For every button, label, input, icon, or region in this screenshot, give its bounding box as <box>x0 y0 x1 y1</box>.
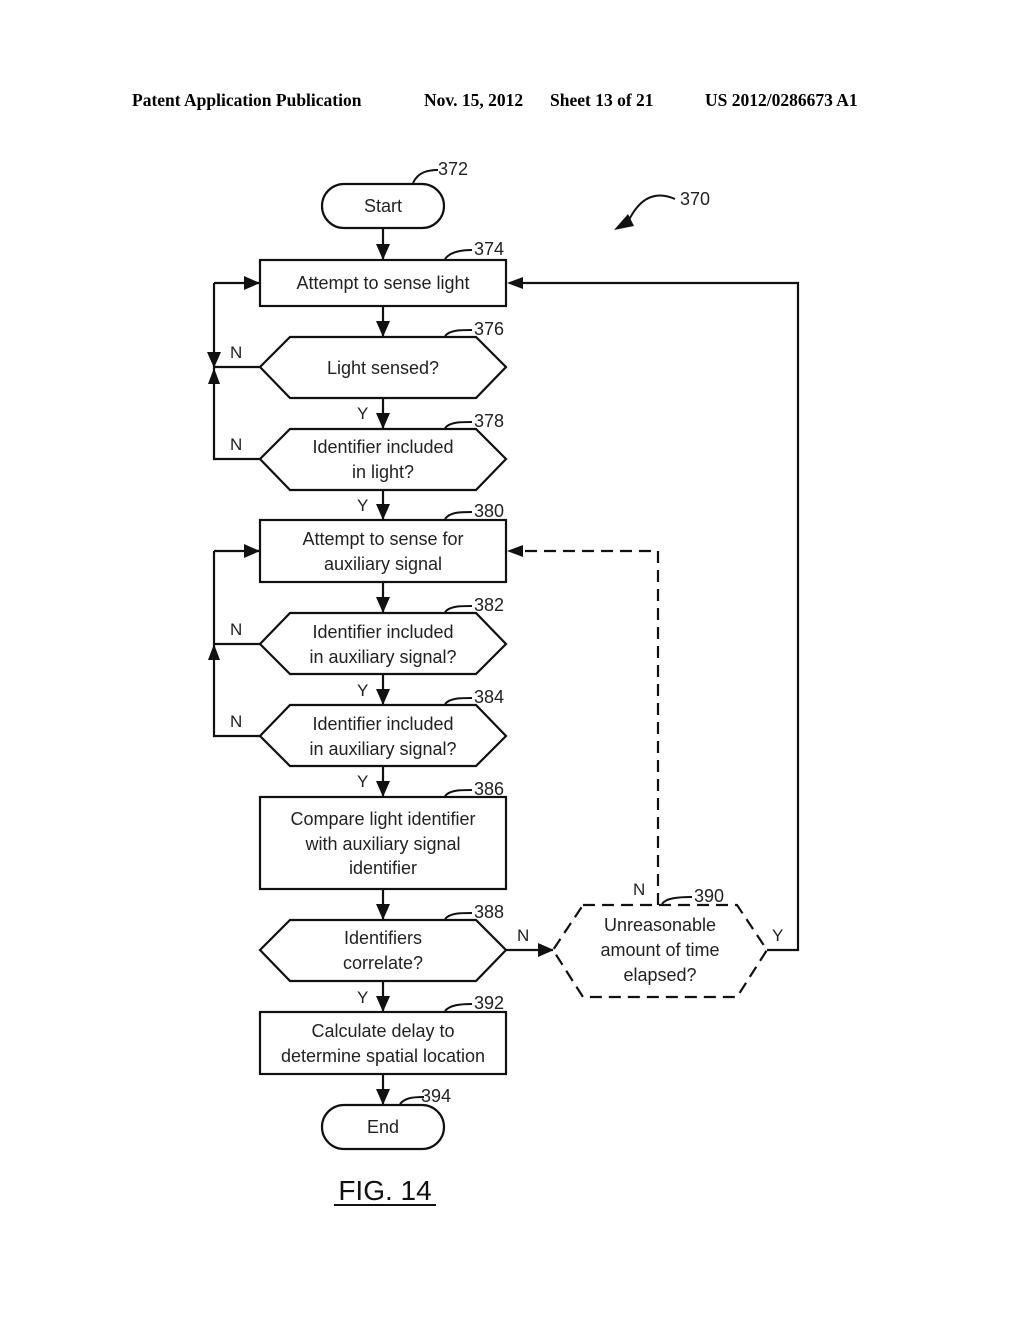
node-392-label-line1: Calculate delay to <box>311 1021 454 1041</box>
node-374-ref: 374 <box>474 239 504 259</box>
node-378-ref: 378 <box>474 411 504 431</box>
node-376-ref: 376 <box>474 319 504 339</box>
figure-ref-number: 370 <box>680 189 710 209</box>
arrow-head-icon <box>507 277 523 289</box>
node-384-label-line2: in auxiliary signal? <box>309 739 456 759</box>
branch-388-yes: Y <box>357 988 368 1007</box>
node-386-ref: 386 <box>474 779 504 799</box>
figure-label: FIG. 14 <box>334 1175 436 1206</box>
node-390-ref: 390 <box>694 886 724 906</box>
branch-378-yes: Y <box>357 496 368 515</box>
node-382-label-line1: Identifier included <box>312 622 453 642</box>
branch-376-no: N <box>230 343 242 362</box>
node-380-label-line1: Attempt to sense for <box>302 529 463 549</box>
arrow-390-yes-to-374 <box>523 281 800 952</box>
end-ref: 394 <box>421 1086 451 1106</box>
dashed-arrow-head-icon <box>507 545 523 557</box>
node-380-ref: 380 <box>474 501 504 521</box>
node-392-ref: 392 <box>474 993 504 1013</box>
node-386-label-line1: Compare light identifier <box>290 809 475 829</box>
node-386-label-line2: with auxiliary signal <box>304 834 460 854</box>
branch-378-no: N <box>230 435 242 454</box>
branch-382-yes: Y <box>357 681 368 700</box>
end-label: End <box>367 1117 399 1137</box>
node-378-label-line1: Identifier included <box>312 437 453 457</box>
branch-376-yes: Y <box>357 404 368 423</box>
node-382-ref: 382 <box>474 595 504 615</box>
start-ref: 372 <box>438 159 468 179</box>
node-390: Unreasonable amount of time elapsed? 390 <box>551 886 769 999</box>
node-start: Start 372 <box>320 159 468 230</box>
loop-up-arrow-icon <box>208 368 220 384</box>
node-386-label-line3: identifier <box>349 858 417 878</box>
branch-390-yes: Y <box>772 926 783 945</box>
node-end: End 394 <box>320 1086 451 1151</box>
figure-ref-370: 370 <box>614 189 710 230</box>
branch-388-no: N <box>517 926 529 945</box>
node-380-label-line2: auxiliary signal <box>324 554 442 574</box>
node-390-label-line3: elapsed? <box>623 965 696 985</box>
node-384-ref: 384 <box>474 687 504 707</box>
figure-title: FIG. 14 <box>338 1175 431 1206</box>
loop-378-no <box>212 283 260 461</box>
node-376-label: Light sensed? <box>327 358 439 378</box>
loop-up-arrow-icon <box>208 644 220 660</box>
node-384-label-line1: Identifier included <box>312 714 453 734</box>
branch-384-yes: Y <box>357 772 368 791</box>
start-label: Start <box>364 196 402 216</box>
flowchart: 370 Start 372 Attempt to sense light 374… <box>207 159 800 1206</box>
branch-382-no: N <box>230 620 242 639</box>
branch-384-no: N <box>230 712 242 731</box>
node-390-label-line1: Unreasonable <box>604 915 716 935</box>
node-392-label-line2: determine spatial location <box>281 1046 485 1066</box>
node-378-label-line2: in light? <box>352 462 414 482</box>
node-390-label-line2: amount of time <box>600 940 719 960</box>
node-388-label-line2: correlate? <box>343 953 423 973</box>
node-374-label: Attempt to sense light <box>296 273 469 293</box>
arrow-390-no-to-380 <box>522 549 660 905</box>
node-382-label-line2: in auxiliary signal? <box>309 647 456 667</box>
node-388-ref: 388 <box>474 902 504 922</box>
branch-390-no: N <box>633 880 645 899</box>
node-388-label-line1: Identifiers <box>344 928 422 948</box>
